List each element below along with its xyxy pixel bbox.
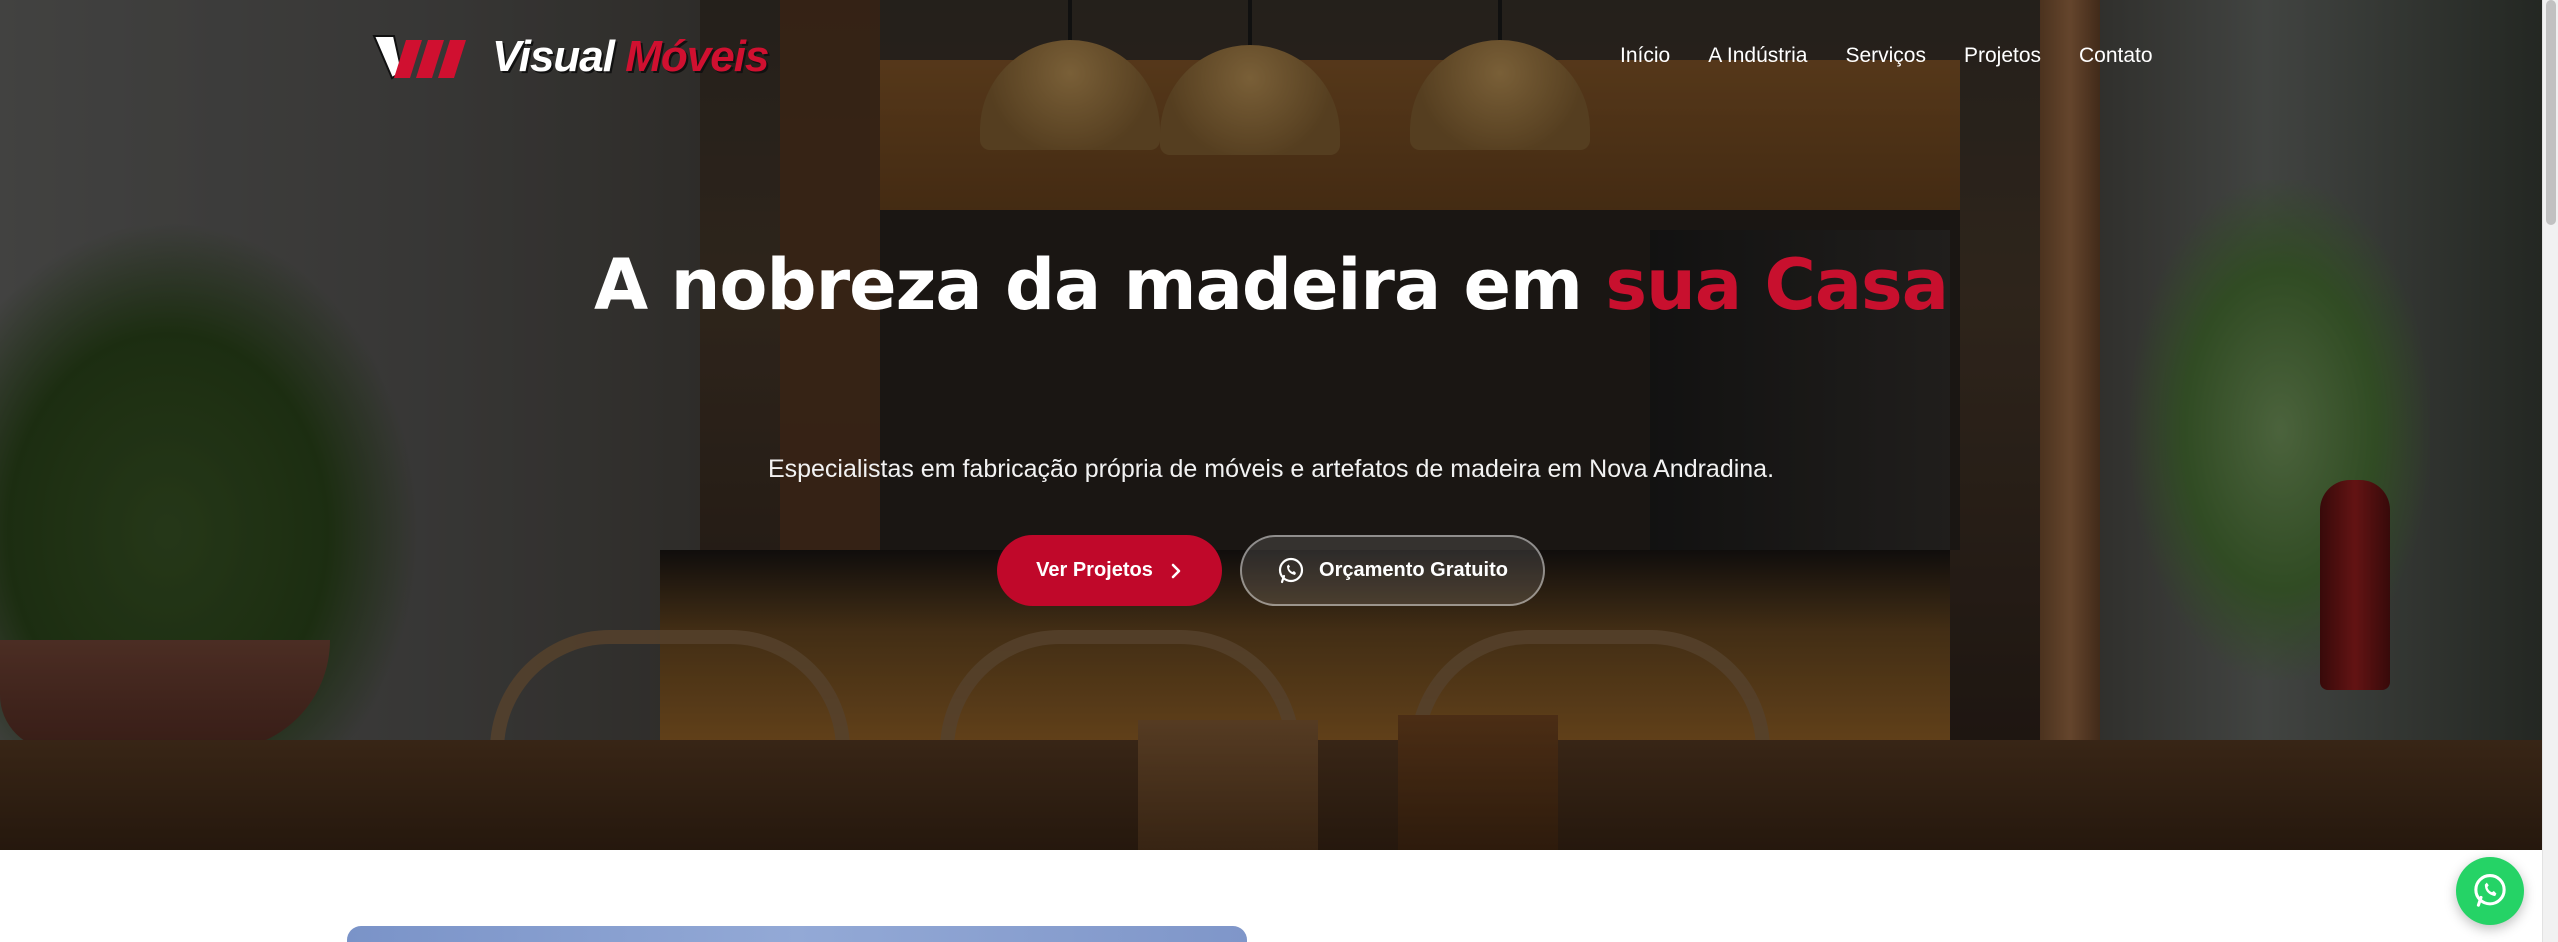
nav-item-projetos[interactable]: Projetos (1964, 44, 2041, 68)
nav-item-industria[interactable]: A Indústria (1708, 44, 1807, 68)
free-quote-button[interactable]: Orçamento Gratuito (1240, 535, 1545, 606)
whatsapp-float-button[interactable] (2456, 857, 2524, 925)
nav-item-contato[interactable]: Contato (2079, 44, 2153, 68)
scrollbar-thumb[interactable] (2546, 0, 2556, 225)
chevron-right-icon (1169, 562, 1183, 580)
page-scrollbar[interactable] (2542, 0, 2558, 942)
section-card-preview (347, 926, 1247, 942)
page: Visual Móveis Início A Indústria Serviço… (0, 0, 2558, 942)
whatsapp-icon (2474, 874, 2506, 907)
headline-main: A nobreza da madeira em (594, 244, 1606, 326)
brand-name: Visual Móveis (492, 32, 769, 81)
hero-headline: A nobreza da madeira em sua Casa (560, 240, 1982, 330)
whatsapp-icon (1277, 557, 1305, 585)
view-projects-label: Ver Projetos (1036, 559, 1153, 581)
hero-subtitle: Especialistas em fabricação própria de m… (767, 455, 1775, 483)
hero-section: Visual Móveis Início A Indústria Serviço… (0, 0, 2542, 850)
headline-accent: sua Casa (1605, 244, 1949, 326)
view-projects-button[interactable]: Ver Projetos (997, 535, 1222, 606)
nav-item-servicos[interactable]: Serviços (1845, 44, 1926, 68)
brand-logo[interactable]: Visual Móveis (372, 32, 769, 82)
logo-mark-icon (372, 35, 466, 80)
hero-background-image (0, 0, 2542, 850)
free-quote-label: Orçamento Gratuito (1319, 559, 1508, 581)
main-nav: Início A Indústria Serviços Projetos Con… (1620, 44, 2153, 68)
nav-item-inicio[interactable]: Início (1620, 44, 1670, 68)
